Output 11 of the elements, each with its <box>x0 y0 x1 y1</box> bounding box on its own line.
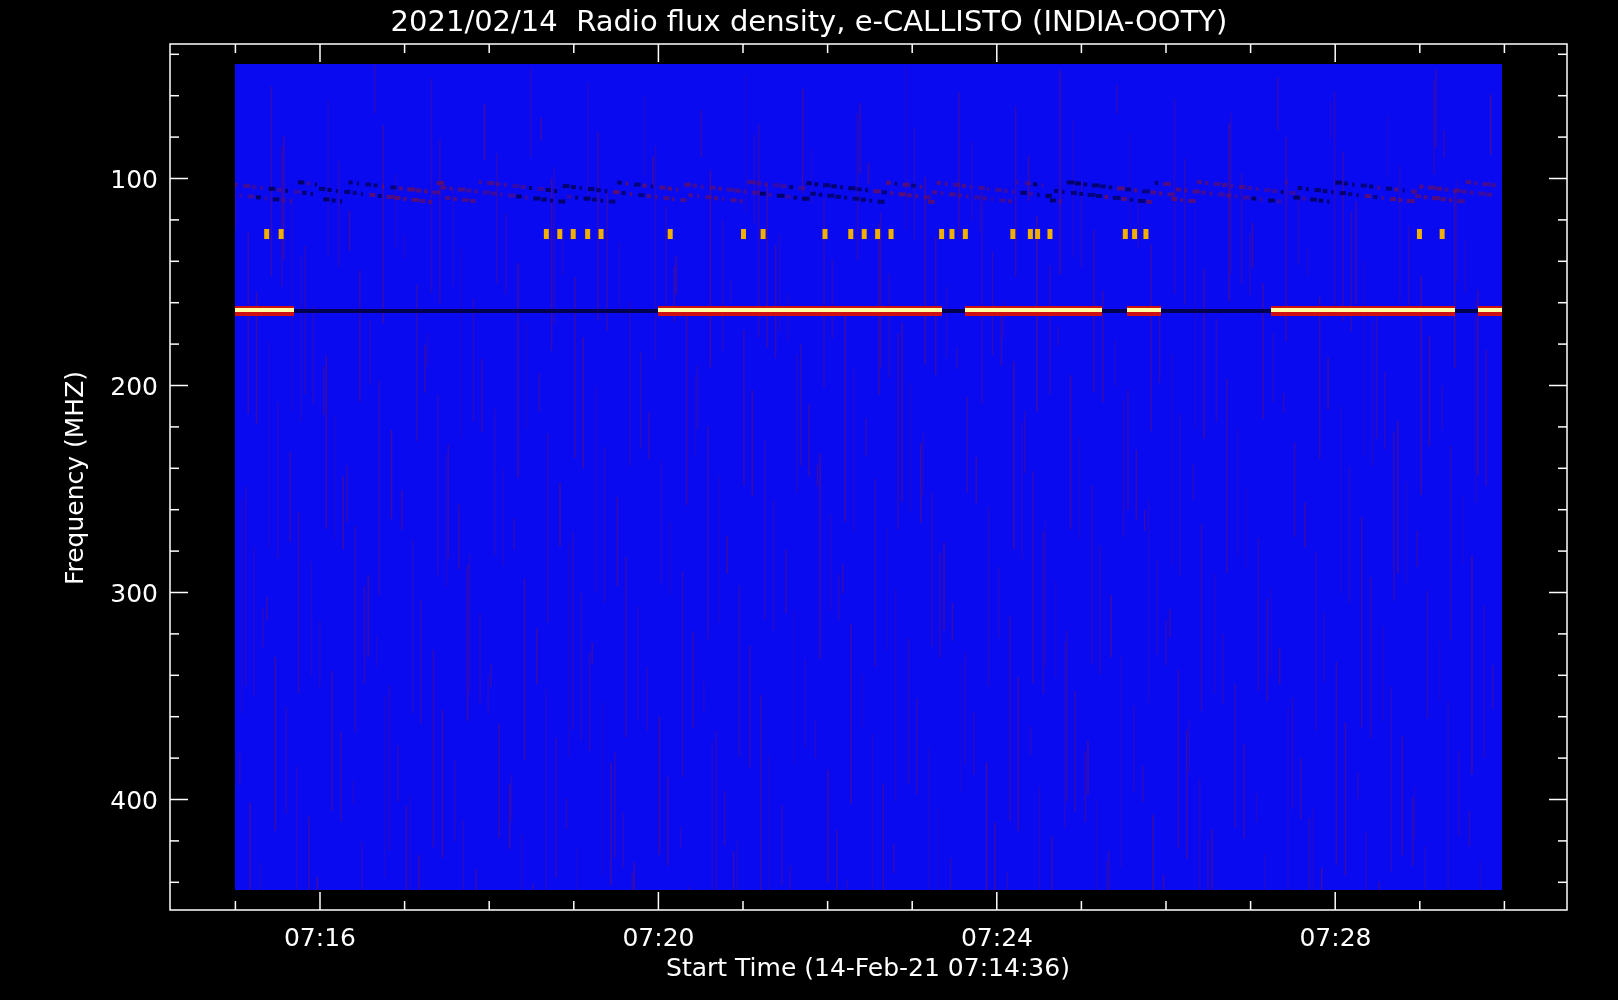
y-tick-label: 400 <box>110 785 158 815</box>
y-tick-label: 200 <box>110 371 158 401</box>
plot-title: 2021/02/14 Radio flux density, e-CALLISTO (INDIA-OOTY) <box>390 4 1228 38</box>
y-tick-label: 100 <box>110 164 158 194</box>
y-tick-label: 300 <box>110 578 158 608</box>
x-tick-label: 07:28 <box>1299 923 1372 952</box>
x-tick-label: 07:16 <box>284 923 356 952</box>
y-axis-label: Frequency (MHZ) <box>60 370 89 586</box>
x-tick-label: 07:24 <box>961 923 1033 952</box>
x-tick-label: 07:20 <box>622 923 695 952</box>
x-axis-label: Start Time (14-Feb-21 07:14:36) <box>666 953 1070 982</box>
